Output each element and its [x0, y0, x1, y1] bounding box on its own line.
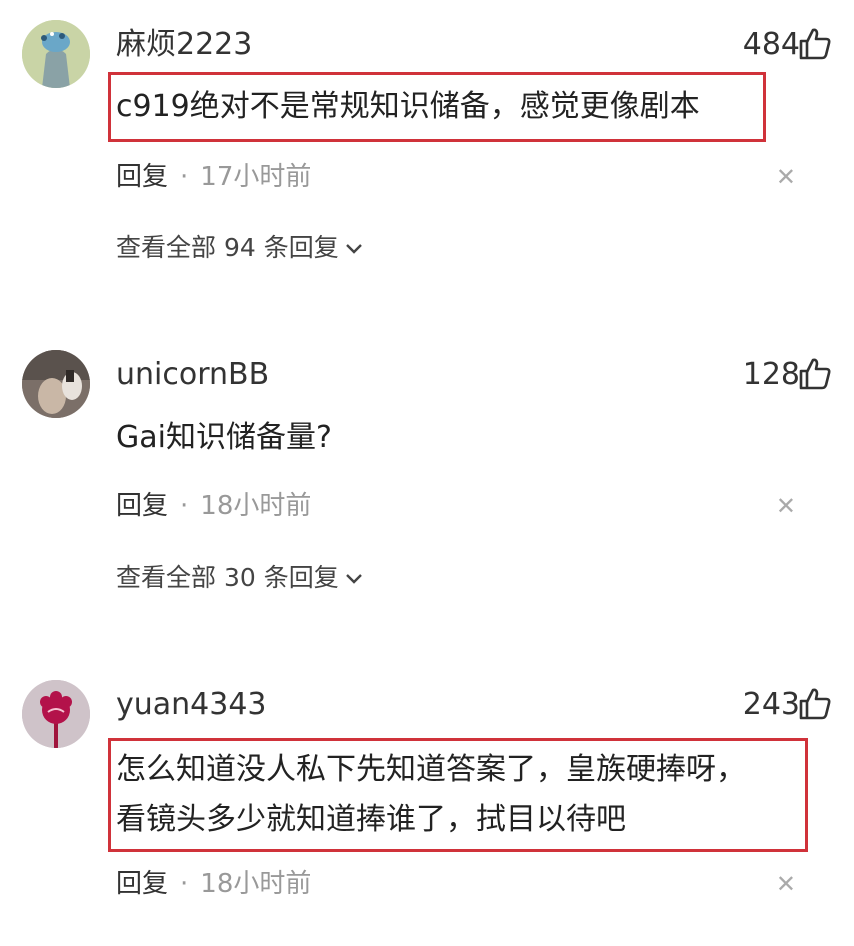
chevron-down-icon [345, 574, 362, 584]
balloon-avatar-icon [22, 20, 90, 88]
close-icon[interactable]: ✕ [776, 486, 796, 526]
like-count: 243 [742, 687, 800, 722]
comment-text: c919绝对不是常规知识储备，感觉更像剧本 [116, 89, 700, 124]
reply-button[interactable]: 回复 [116, 491, 168, 521]
close-icon[interactable]: ✕ [776, 864, 796, 904]
view-all-label: 查看全部 94 条回复 [116, 233, 339, 262]
username[interactable]: yuan4343 [116, 685, 267, 725]
separator-dot: · [180, 162, 189, 192]
username[interactable]: 麻烦2223 [116, 25, 252, 65]
reply-row: 回复 · 18小时前 [116, 864, 311, 904]
timestamp: 18小时前 [200, 869, 312, 899]
avatar[interactable] [22, 350, 90, 418]
separator-dot: · [180, 869, 189, 899]
view-all-replies[interactable]: 查看全部 30 条回复 [116, 558, 363, 598]
view-all-label: 查看全部 30 条回复 [116, 563, 339, 592]
thumbs-up-icon[interactable] [798, 687, 832, 721]
comment-text-line-2: 看镜头多少就知道捧谁了，拭目以待吧 [116, 802, 626, 837]
comment-text-line-1: 怎么知道没人私下先知道答案了，皇族硬捧呀， [116, 752, 746, 787]
avatar[interactable] [22, 20, 90, 88]
view-all-replies[interactable]: 查看全部 94 条回复 [116, 228, 363, 268]
reply-button[interactable]: 回复 [116, 869, 168, 899]
reply-row: 回复 · 17小时前 [116, 157, 311, 197]
chevron-down-icon [345, 244, 362, 254]
reply-button[interactable]: 回复 [116, 162, 168, 192]
username[interactable]: unicornBB [116, 355, 269, 395]
timestamp: 18小时前 [200, 491, 312, 521]
thumbs-up-icon[interactable] [798, 27, 832, 61]
like-count: 484 [742, 27, 800, 62]
timestamp: 17小时前 [200, 162, 312, 192]
flower-avatar-icon [22, 680, 90, 748]
comment-text: Gai知识储备量? [116, 420, 332, 455]
like-count: 128 [742, 357, 800, 392]
separator-dot: · [180, 491, 189, 521]
close-icon[interactable]: ✕ [776, 157, 796, 197]
avatar[interactable] [22, 680, 90, 748]
photo-avatar-icon [22, 350, 90, 418]
reply-row: 回复 · 18小时前 [116, 486, 311, 526]
thumbs-up-icon[interactable] [798, 357, 832, 391]
